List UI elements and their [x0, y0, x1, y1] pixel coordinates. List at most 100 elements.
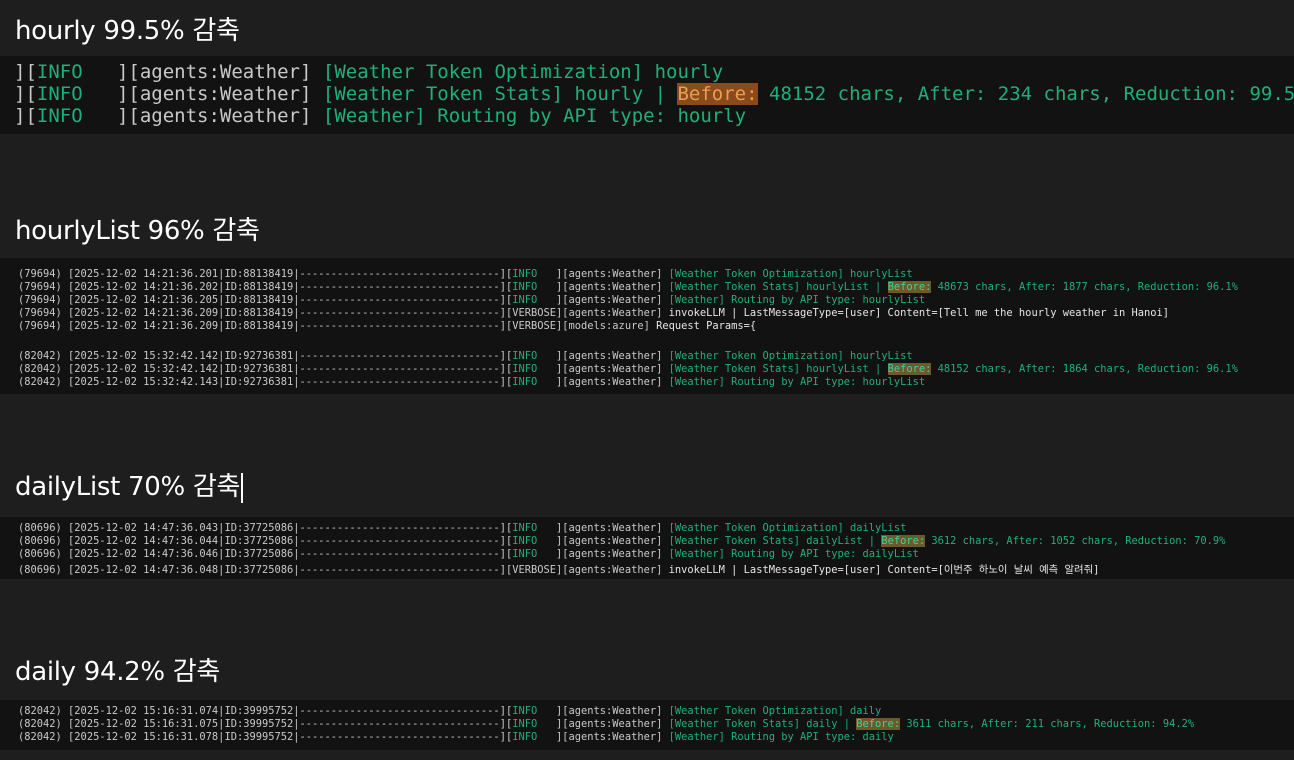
log-agent: ][agents:Weather] — [556, 294, 669, 306]
log-prefix: (79694) [2025-12-02 14:21:36.201|ID:8813… — [18, 268, 513, 280]
log-prefix: (79694) [2025-12-02 14:21:36.205|ID:8813… — [18, 294, 513, 306]
log-line: ][INFO ][agents:Weather] [Weather] Routi… — [14, 105, 746, 127]
log-content: invokeLLM | LastMessageType=[user] Conte… — [668, 564, 1100, 576]
log-prefix: (82042) [2025-12-02 15:32:42.142|ID:9273… — [18, 363, 513, 375]
log-level: VERBOSE — [512, 307, 556, 319]
log-line: ][INFO ][agents:Weather] [Weather Token … — [14, 61, 723, 83]
log-prefix: (82042) [2025-12-02 15:16:31.074|ID:3999… — [18, 705, 513, 717]
log-prefix: (80696) [2025-12-02 14:47:36.048|ID:3772… — [18, 564, 513, 576]
log-line: (79694) [2025-12-02 14:21:36.201|ID:8813… — [18, 268, 913, 280]
log-agent: ][agents:Weather] — [116, 105, 323, 127]
log-screenshot-hourlylist: (79694) [2025-12-02 14:21:36.201|ID:8813… — [0, 258, 1294, 394]
log-prefix: (80696) [2025-12-02 14:47:36.046|ID:3772… — [18, 548, 513, 560]
log-line: (80696) [2025-12-02 14:47:36.046|ID:3772… — [18, 548, 919, 560]
log-stats: 48152 chars, After: 234 chars, Reduction… — [757, 83, 1294, 105]
section-title-hourly: hourly 99.5% 감축 — [15, 16, 240, 46]
log-level: INFO — [512, 522, 556, 534]
log-line: (80696) [2025-12-02 14:47:36.044|ID:3772… — [18, 535, 1225, 547]
log-prefix: (82042) [2025-12-02 15:32:42.142|ID:9273… — [18, 350, 513, 362]
log-line: (82042) [2025-12-02 15:16:31.074|ID:3999… — [18, 705, 881, 717]
log-prefix: (82042) [2025-12-02 15:16:31.075|ID:3999… — [18, 718, 513, 730]
log-level: VERBOSE — [512, 564, 556, 576]
log-stats: 48673 chars, After: 1877 chars, Reductio… — [931, 281, 1238, 293]
log-line: (82042) [2025-12-02 15:32:42.142|ID:9273… — [18, 363, 1238, 375]
log-message: [Weather Token Stats] daily | — [668, 718, 857, 730]
log-line: (79694) [2025-12-02 14:21:36.202|ID:8813… — [18, 281, 1238, 293]
log-screenshot-dailylist: (80696) [2025-12-02 14:47:36.043|ID:3772… — [0, 517, 1294, 579]
log-message: [Weather] Routing by API type: daily — [668, 731, 894, 743]
section-title-hourlylist: hourlyList 96% 감축 — [15, 216, 260, 246]
log-level: INFO — [512, 731, 556, 743]
log-level: INFO — [36, 83, 117, 105]
log-agent: ][agents:Weather] — [556, 718, 669, 730]
log-agent: ][agents:Weather] — [556, 548, 669, 560]
log-agent: ][agents:Weather] — [556, 731, 669, 743]
log-agent: ][agents:Weather] — [556, 535, 669, 547]
log-level: INFO — [512, 376, 556, 388]
log-agent: ][agents:Weather] — [116, 61, 323, 83]
log-prefix: ][ — [14, 61, 37, 83]
log-agent: ][agents:Weather] — [556, 522, 669, 534]
log-message: [Weather Token Optimization] hourlyList — [668, 350, 913, 362]
log-prefix: (82042) [2025-12-02 15:32:42.143|ID:9273… — [18, 376, 513, 388]
log-line: (82042) [2025-12-02 15:32:42.142|ID:9273… — [18, 350, 913, 362]
log-stats: 3612 chars, After: 1052 chars, Reduction… — [925, 535, 1226, 547]
log-message: [Weather Token Optimization] dailyList — [668, 522, 907, 534]
log-line: (82042) [2025-12-02 15:16:31.078|ID:3999… — [18, 731, 894, 743]
log-agent: ][agents:Weather] — [556, 350, 669, 362]
log-level: INFO — [512, 294, 556, 306]
log-line: (79694) [2025-12-02 14:21:36.209|ID:8813… — [18, 320, 756, 332]
log-agent: ][agents:Weather] — [556, 376, 669, 388]
log-screenshot-daily: (82042) [2025-12-02 15:16:31.074|ID:3999… — [0, 700, 1294, 750]
log-prefix: (80696) [2025-12-02 14:47:36.044|ID:3772… — [18, 535, 513, 547]
log-level: INFO — [512, 350, 556, 362]
log-highlight: Before: — [887, 281, 932, 293]
log-message: [Weather Token Optimization] daily — [668, 705, 882, 717]
log-content: Request Params={ — [656, 320, 757, 332]
log-agent: ][agents:Weather] — [556, 705, 669, 717]
log-message: [Weather Token Optimization] hourlyList — [668, 268, 913, 280]
log-level: INFO — [512, 268, 556, 280]
log-level: INFO — [36, 61, 117, 83]
log-message: [Weather Token Stats] hourlyList | — [668, 363, 888, 375]
log-level: INFO — [512, 535, 556, 547]
log-line: (80696) [2025-12-02 14:47:36.048|ID:3772… — [18, 561, 1099, 576]
log-agent: ][agents:Weather] — [556, 307, 669, 319]
log-line: (80696) [2025-12-02 14:47:36.043|ID:3772… — [18, 522, 906, 534]
log-level: VERBOSE — [512, 320, 556, 332]
log-agent: ][agents:Weather] — [556, 564, 669, 576]
log-level: INFO — [512, 363, 556, 375]
section-title-dailylist: dailyList 70% 감축 — [15, 466, 244, 503]
log-stats: 3611 chars, After: 211 chars, Reduction:… — [900, 718, 1195, 730]
log-line: ][INFO ][agents:Weather] [Weather Token … — [14, 83, 1294, 105]
log-message: [Weather Token Optimization] hourly — [322, 61, 724, 83]
section-title-dailylist-text: dailyList 70% 감축 — [15, 472, 241, 502]
log-message: [Weather] Routing by API type: hourly — [322, 105, 747, 127]
log-line: (82042) [2025-12-02 15:16:31.075|ID:3999… — [18, 718, 1194, 730]
log-prefix: (79694) [2025-12-02 14:21:36.209|ID:8813… — [18, 307, 513, 319]
log-agent: ][models:azure] — [556, 320, 657, 332]
log-highlight: Before: — [881, 535, 926, 547]
log-agent: ][agents:Weather] — [556, 281, 669, 293]
log-message: [Weather] Routing by API type: hourlyLis… — [668, 294, 926, 306]
log-message: [Weather Token Stats] dailyList | — [668, 535, 882, 547]
log-level: INFO — [36, 105, 117, 127]
log-prefix: ][ — [14, 105, 37, 127]
log-level: INFO — [512, 705, 556, 717]
log-prefix: (82042) [2025-12-02 15:16:31.078|ID:3999… — [18, 731, 513, 743]
log-level: INFO — [512, 718, 556, 730]
log-message: [Weather Token Stats] hourly | — [322, 83, 678, 105]
log-prefix: ][ — [14, 83, 37, 105]
log-agent: ][agents:Weather] — [556, 363, 669, 375]
log-screenshot-hourly: ][INFO ][agents:Weather] [Weather Token … — [0, 56, 1294, 134]
log-prefix: (80696) [2025-12-02 14:47:36.043|ID:3772… — [18, 522, 513, 534]
log-highlight: Before: — [887, 363, 932, 375]
log-stats: 48152 chars, After: 1864 chars, Reductio… — [931, 363, 1238, 375]
log-prefix: (79694) [2025-12-02 14:21:36.209|ID:8813… — [18, 320, 513, 332]
log-agent: ][agents:Weather] — [116, 83, 323, 105]
log-message: [Weather] Routing by API type: hourlyLis… — [668, 376, 926, 388]
log-level: INFO — [512, 281, 556, 293]
log-line: (79694) [2025-12-02 14:21:36.205|ID:8813… — [18, 294, 925, 306]
log-highlight: Before: — [856, 718, 901, 730]
log-highlight: Before: — [677, 83, 758, 105]
